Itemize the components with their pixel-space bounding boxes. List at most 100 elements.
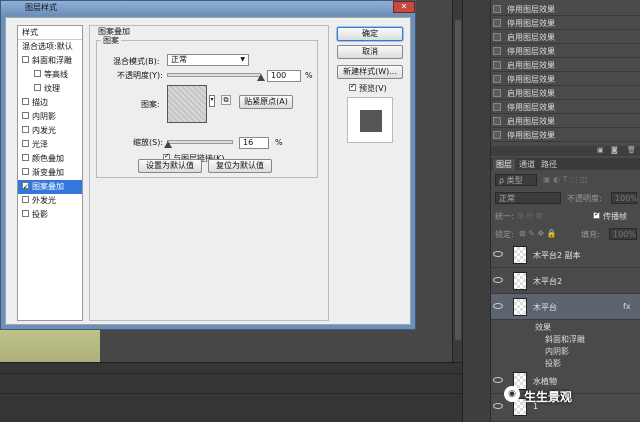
scale-slider[interactable] — [167, 140, 233, 144]
preview-toggle[interactable]: 预览(V) — [349, 82, 387, 94]
dialog-title: 图层样式 — [25, 3, 57, 12]
history-state-icon — [493, 5, 501, 13]
dialog-titlebar[interactable]: 图层样式 ✕ — [1, 1, 415, 15]
style-item[interactable]: 纹理 — [18, 82, 82, 96]
history-state-icon — [493, 33, 501, 41]
close-button[interactable]: ✕ — [393, 1, 415, 13]
style-checkbox[interactable] — [34, 84, 41, 91]
canvas-scrollbar[interactable] — [452, 0, 462, 380]
scale-slider-knob[interactable] — [164, 141, 173, 148]
layer-opacity-input[interactable]: 100% — [611, 192, 638, 204]
fx-icon[interactable]: fx — [623, 302, 631, 311]
layer-row[interactable]: 木平台 fx — [491, 294, 640, 320]
styles-header[interactable]: 样式 — [18, 26, 82, 40]
style-checkbox[interactable] — [22, 196, 29, 203]
effect-item[interactable]: 投影 — [545, 358, 561, 369]
style-checkbox[interactable] — [34, 70, 41, 77]
opacity-slider[interactable] — [167, 73, 261, 77]
opacity-slider-knob[interactable] — [257, 74, 265, 81]
new-preset-icon[interactable]: ⧉ — [221, 95, 231, 105]
style-item[interactable]: 斜面和浮雕 — [18, 54, 82, 68]
new-style-button[interactable]: 新建样式(W)... — [337, 65, 403, 79]
lock-icons[interactable]: ⊠ ✎ ✥ 🔒 — [519, 229, 557, 238]
history-item[interactable]: 停用图层效果 — [463, 72, 640, 86]
cancel-button[interactable]: 取消 — [337, 45, 403, 59]
history-item[interactable]: 启用图层效果 — [463, 58, 640, 72]
watermark: 生生景观 — [524, 390, 573, 404]
style-item[interactable]: 渐变叠加 — [18, 166, 82, 180]
effects-label[interactable]: 效果 — [535, 322, 551, 333]
style-checkbox[interactable] — [22, 154, 29, 161]
history-item[interactable]: 停用图层效果 — [463, 44, 640, 58]
blend-mode-select-panel[interactable]: 正常 — [495, 192, 561, 204]
style-checkbox[interactable] — [22, 112, 29, 119]
history-state-icon — [493, 47, 501, 55]
pattern-swatch[interactable] — [167, 85, 207, 123]
eye-icon[interactable] — [493, 403, 503, 409]
style-item[interactable]: 外发光 — [18, 194, 82, 208]
eye-icon[interactable] — [493, 377, 503, 383]
propagate-checkbox[interactable] — [593, 210, 600, 219]
style-checkbox[interactable] — [22, 180, 29, 194]
style-checkbox[interactable] — [22, 140, 29, 147]
history-label: 启用图层效果 — [507, 89, 555, 98]
eye-icon[interactable] — [493, 251, 503, 257]
style-checkbox[interactable] — [22, 126, 29, 133]
trash-icon[interactable]: 🗑 — [627, 146, 636, 154]
history-item[interactable]: 启用图层效果 — [463, 114, 640, 128]
history-item[interactable]: 停用图层效果 — [463, 2, 640, 16]
layer-style-dialog: 图层样式 ✕ 样式 混合选项:默认 斜面和浮雕等高线纹理描边内阴影 内发光 光泽 颜色… — [0, 0, 416, 330]
style-item[interactable]: 内发光 — [18, 124, 82, 138]
ok-button[interactable]: 确定 — [337, 27, 403, 41]
style-checkbox[interactable] — [22, 210, 29, 217]
style-item[interactable]: 投影 — [18, 208, 82, 222]
unify-label: 统一: — [495, 212, 514, 221]
camera-icon[interactable]: ◙ — [611, 146, 618, 154]
style-item[interactable]: 光泽 — [18, 138, 82, 152]
tab-layers[interactable]: 图层 — [493, 159, 515, 170]
pattern-dropdown-icon[interactable]: ▾ — [209, 95, 215, 107]
tab-channels[interactable]: 通道 — [519, 159, 535, 170]
eye-icon[interactable] — [493, 277, 503, 283]
opacity-unit: % — [305, 71, 313, 80]
opacity-input[interactable]: 100 — [267, 70, 301, 82]
style-item[interactable]: 颜色叠加 — [18, 152, 82, 166]
style-item[interactable]: 图案叠加 — [18, 180, 82, 194]
blend-options-item[interactable]: 混合选项:默认 — [18, 40, 82, 54]
layer-row[interactable]: 木平台2 副本 — [491, 242, 640, 268]
style-item[interactable]: 描边 — [18, 96, 82, 110]
history-item[interactable]: 启用图层效果 — [463, 30, 640, 44]
blend-mode-select[interactable]: 正常 — [167, 54, 249, 66]
snap-origin-button[interactable]: 贴紧原点(A) — [239, 95, 293, 109]
snapshot-icon[interactable]: ▣ — [597, 146, 604, 154]
layer-name: 木平台2 — [533, 277, 563, 286]
history-item[interactable]: 启用图层效果 — [463, 86, 640, 100]
filter-icons[interactable]: ▣ ◐ T ⬚ ◫ — [543, 175, 588, 184]
unify-icons[interactable]: ⊞ ⊟ ⊠ — [517, 211, 542, 220]
style-item[interactable]: 等高线 — [18, 68, 82, 82]
style-item[interactable]: 内阴影 — [18, 110, 82, 124]
fill-input[interactable]: 100% — [609, 228, 637, 240]
tab-paths[interactable]: 路径 — [541, 159, 557, 170]
set-default-button[interactable]: 设置为默认值 — [138, 159, 202, 173]
preview-checkbox[interactable] — [349, 82, 356, 91]
effect-item[interactable]: 内阴影 — [545, 346, 569, 357]
effect-item[interactable]: 斜面和浮雕 — [545, 334, 585, 345]
scale-input[interactable]: 16 — [239, 137, 269, 149]
style-label: 描边 — [32, 98, 48, 107]
style-label: 等高线 — [44, 70, 68, 79]
history-item[interactable]: 停用图层效果 — [463, 128, 640, 142]
eye-icon[interactable] — [493, 303, 503, 309]
style-checkbox[interactable] — [22, 56, 29, 63]
style-label: 纹理 — [44, 84, 60, 93]
history-item[interactable]: 停用图层效果 — [463, 16, 640, 30]
style-checkbox[interactable] — [22, 98, 29, 105]
propagate-frame[interactable]: 传播帧 — [593, 210, 627, 222]
wechat-icon: ◉ — [504, 386, 520, 402]
layer-row[interactable]: 木平台2 — [491, 268, 640, 294]
history-item[interactable]: 停用图层效果 — [463, 100, 640, 114]
reset-default-button[interactable]: 复位为默认值 — [208, 159, 272, 173]
style-label: 斜面和浮雕 — [32, 56, 72, 65]
style-checkbox[interactable] — [22, 168, 29, 175]
kind-filter-select[interactable]: ρ 类型 — [495, 174, 537, 186]
